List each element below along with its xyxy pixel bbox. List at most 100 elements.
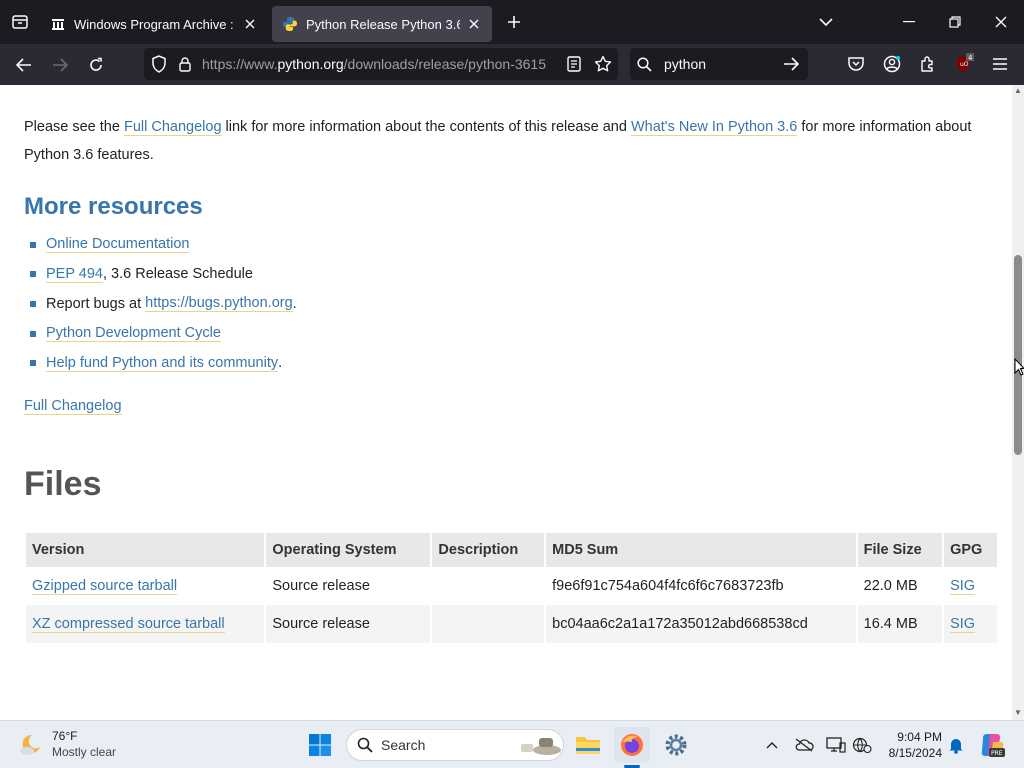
minimize-button[interactable] — [886, 0, 932, 44]
scroll-down-icon[interactable]: ▼ — [1014, 709, 1022, 717]
help-fund-link[interactable]: Help fund Python and its community — [46, 355, 279, 372]
tab-python-release[interactable]: Python Release Python 3.6.15 | P — [272, 6, 492, 42]
tab-windows-program-archive[interactable]: Windows Program Archive : Ni — [40, 6, 268, 42]
cell-version: XZ compressed source tarball — [26, 605, 265, 643]
restore-button[interactable] — [932, 0, 978, 44]
network-tray-button[interactable] — [850, 733, 874, 757]
close-icon — [995, 16, 1007, 28]
forward-button[interactable] — [42, 49, 78, 81]
moon-cloud-icon — [20, 734, 40, 755]
search-icon — [357, 737, 373, 753]
firefox-icon — [621, 734, 643, 756]
cloud-off-icon — [795, 738, 814, 752]
notifications-button[interactable] — [944, 733, 968, 757]
settings-taskbar-button[interactable] — [658, 727, 694, 763]
clock-time: 9:04 PM — [897, 730, 942, 744]
full-changelog-section: Full Changelog — [24, 398, 122, 415]
taskbar-search-label: Search — [381, 737, 426, 753]
svg-text:PRE: PRE — [991, 750, 1003, 757]
ublock-origin-button[interactable]: uO 4 — [950, 50, 978, 78]
pep-494-link[interactable]: PEP 494 — [46, 266, 103, 283]
back-button[interactable] — [6, 49, 42, 81]
extension-badge: 4 — [968, 54, 973, 62]
reader-view-icon[interactable] — [560, 56, 588, 72]
bookmark-star-icon[interactable] — [588, 55, 618, 73]
weather-widget[interactable]: 76°F Mostly clear — [18, 728, 116, 760]
search-input[interactable]: python — [664, 56, 774, 72]
online-documentation-link[interactable]: Online Documentation — [46, 236, 190, 254]
full-changelog-link[interactable]: Full Changelog — [123, 119, 222, 136]
close-tab-icon[interactable] — [466, 16, 482, 32]
copilot-icon: PRE — [981, 734, 1005, 757]
puzzle-icon — [921, 56, 933, 72]
cell-size: 16.4 MB — [857, 605, 943, 643]
close-tab-icon[interactable] — [242, 16, 258, 32]
shield-icon[interactable] — [144, 55, 174, 73]
python-icon — [282, 16, 298, 32]
list-all-tabs-button[interactable] — [812, 8, 840, 36]
start-button[interactable] — [302, 727, 338, 763]
hamburger-menu-icon — [993, 58, 1007, 70]
list-item: Report bugs at https://bugs.python.org. — [30, 289, 297, 319]
column-header-md5: MD5 Sum — [546, 533, 856, 567]
cell-os: Source release — [266, 605, 431, 643]
file-explorer-button[interactable] — [570, 727, 606, 763]
bullet-icon — [30, 241, 36, 248]
firefox-view-button[interactable] — [0, 0, 40, 44]
report-bugs-text: Report bugs at — [46, 295, 142, 312]
tab-title: Windows Program Archive : Ni — [74, 16, 236, 32]
new-tab-button[interactable] — [498, 6, 530, 38]
folder-icon — [576, 737, 600, 754]
account-button[interactable] — [878, 50, 906, 78]
arrow-left-icon — [16, 57, 31, 72]
scrollbar-thumb[interactable] — [1014, 255, 1022, 455]
gzipped-tarball-link[interactable]: Gzipped source tarball — [32, 578, 178, 595]
app-menu-button[interactable] — [986, 50, 1014, 78]
bullet-icon — [30, 300, 36, 307]
whats-new-link[interactable]: What's New In Python 3.6 — [630, 119, 798, 136]
firefox-taskbar-button[interactable] — [614, 727, 650, 763]
full-changelog-bottom-link[interactable]: Full Changelog — [24, 398, 122, 415]
search-go-icon[interactable] — [774, 57, 808, 71]
account-icon — [883, 55, 901, 73]
bell-icon — [949, 739, 963, 754]
table-row: Gzipped source tarball Source release f9… — [26, 567, 997, 605]
bugs-suffix: . — [292, 295, 297, 312]
extensions-button[interactable] — [914, 50, 942, 78]
gpg-sig-link[interactable]: SIG — [950, 578, 976, 595]
display-tray-button[interactable] — [824, 733, 848, 757]
paragraph-text: link for more information about the cont… — [221, 119, 631, 135]
reload-button[interactable] — [78, 49, 114, 81]
globe-icon — [852, 737, 872, 753]
cell-gpg: SIG — [944, 605, 997, 643]
restore-icon — [949, 16, 961, 28]
lock-icon[interactable] — [174, 56, 196, 72]
files-table: Version Operating System Description MD5… — [24, 533, 999, 643]
system-clock[interactable]: 9:04 PM 8/15/2024 — [878, 729, 942, 761]
show-hidden-icons-button[interactable] — [760, 733, 784, 757]
bullet-icon — [30, 271, 36, 278]
url-text[interactable]: https://www.python.org/downloads/release… — [202, 56, 560, 72]
url-domain: python.org — [277, 56, 344, 72]
gpg-sig-link[interactable]: SIG — [950, 616, 976, 633]
search-bar[interactable]: python — [630, 48, 808, 80]
bugs-python-link[interactable]: https://bugs.python.org — [145, 295, 293, 313]
list-item: PEP 494, 3.6 Release Schedule — [30, 260, 297, 290]
copilot-button[interactable]: PRE — [978, 731, 1006, 759]
taskbar-search-box[interactable]: Search — [346, 729, 564, 761]
vertical-scrollbar[interactable]: ▲ ▼ — [1012, 85, 1024, 720]
onedrive-tray-button[interactable] — [792, 733, 816, 757]
minimize-icon — [903, 21, 915, 23]
address-bar[interactable]: https://www.python.org/downloads/release… — [144, 48, 618, 80]
paragraph-text: Please see the — [24, 119, 124, 135]
scroll-up-icon[interactable]: ▲ — [1014, 87, 1022, 95]
pocket-button[interactable] — [842, 50, 870, 78]
resources-list: Online Documentation PEP 494, 3.6 Releas… — [30, 230, 297, 378]
xz-tarball-link[interactable]: XZ compressed source tarball — [32, 616, 225, 633]
clock-date: 8/15/2024 — [888, 746, 942, 760]
url-path: /downloads/release/python-3615 — [343, 56, 547, 72]
dev-cycle-link[interactable]: Python Development Cycle — [46, 325, 221, 343]
cell-description — [432, 567, 545, 605]
close-window-button[interactable] — [978, 0, 1024, 44]
changelog-paragraph: Please see the Full Changelog link for m… — [24, 113, 999, 169]
